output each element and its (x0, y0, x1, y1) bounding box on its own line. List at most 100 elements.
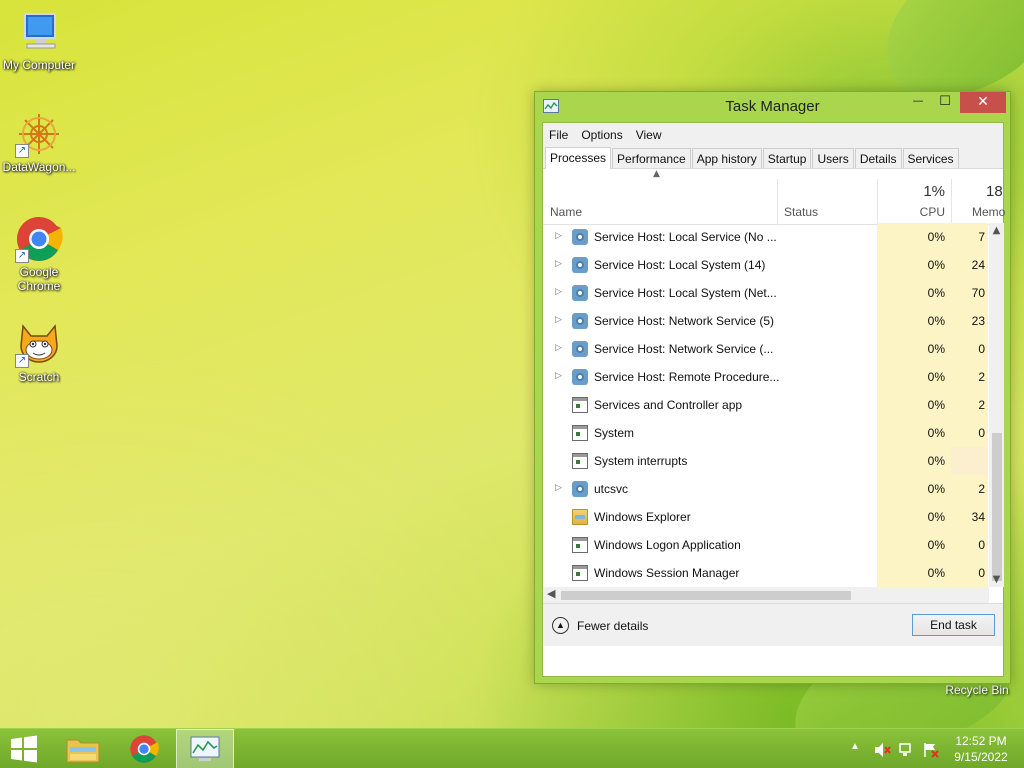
desktop-icon-label: DataWagon... (2, 160, 76, 174)
process-memory: 0 (951, 559, 988, 587)
process-name: System (594, 426, 635, 440)
expand-arrow-icon[interactable]: ▷ (555, 342, 562, 353)
process-name: Windows Session Manager (594, 566, 740, 580)
expand-arrow-icon[interactable]: ▷ (555, 258, 562, 269)
process-name: Service Host: Network Service (... (594, 342, 774, 356)
vertical-scroll-thumb[interactable] (992, 433, 1002, 581)
horizontal-scrollbar[interactable]: ◀ (543, 587, 989, 603)
process-cpu: 0% (877, 335, 951, 363)
process-cpu: 0% (877, 531, 951, 559)
recycle-bin-label[interactable]: Recycle Bin (938, 683, 1016, 697)
datawagon-icon: ↗ (15, 110, 63, 158)
horizontal-scroll-thumb[interactable] (561, 591, 851, 600)
scroll-down-arrow-icon[interactable]: ▼ (989, 574, 1004, 585)
end-task-button[interactable]: End task (912, 614, 995, 636)
window-icon (572, 453, 588, 469)
desktop-icon-label: My Computer (2, 58, 76, 72)
desktop-icon-scratch[interactable]: ↗ Scratch (0, 320, 79, 384)
process-memory: 2 (951, 363, 988, 391)
process-memory: 24 (951, 251, 988, 279)
scroll-up-arrow-icon[interactable]: ▲ (989, 225, 1004, 236)
gear-icon (572, 369, 588, 385)
process-name: Service Host: Local System (Net... (594, 286, 777, 300)
expand-arrow-icon[interactable]: ▷ (555, 370, 562, 381)
volume-muted-icon[interactable] (874, 742, 892, 758)
process-name: Service Host: Remote Procedure... (594, 370, 780, 384)
desktop-icon-google-chrome[interactable]: ↗ Google Chrome (0, 215, 79, 293)
vertical-scrollbar[interactable]: ▲ ▼ (989, 223, 1004, 587)
show-hidden-icons-button[interactable]: ▲ (850, 741, 860, 752)
desktop-icon-my-computer[interactable]: My Computer (0, 8, 79, 72)
computer-icon (15, 8, 63, 56)
window-icon (572, 397, 588, 413)
folder-icon (572, 509, 588, 525)
table-row[interactable]: ▷ utcsvc 0% 2 (543, 475, 988, 503)
process-cpu: 0% (877, 475, 951, 503)
table-row[interactable]: Windows Session Manager 0% 0 (543, 559, 988, 587)
fewer-details-link[interactable]: ▲ Fewer details (552, 617, 648, 634)
process-cpu: 0% (877, 279, 951, 307)
process-memory: 70 (951, 279, 988, 307)
process-name: Service Host: Network Service (5) (594, 314, 775, 328)
table-row[interactable]: Services and Controller app 0% 2 (543, 391, 988, 419)
desktop-icon-datawagon[interactable]: ↗ DataWagon... (0, 110, 79, 174)
taskbar-file-explorer[interactable] (54, 729, 112, 768)
process-cpu: 0% (877, 419, 951, 447)
process-name: Service Host: Local System (14) (594, 258, 766, 272)
table-row[interactable]: ▷ Service Host: Local System (14) 0% 24 (543, 251, 988, 279)
process-list-layer: ▷ Service Host: Local Service (No ... 0% 7 ▷… (543, 92, 1005, 677)
desktop-icon-label: Scratch (18, 370, 60, 384)
clock-time[interactable]: 12:52 PM (946, 734, 1016, 748)
window-icon (572, 425, 588, 441)
start-button[interactable] (0, 729, 50, 768)
window-icon (572, 565, 588, 581)
gear-icon (572, 481, 588, 497)
process-memory: 0 (951, 531, 988, 559)
table-row[interactable]: System interrupts 0% (543, 447, 988, 475)
scroll-left-arrow-icon[interactable]: ◀ (547, 587, 555, 600)
process-name: Windows Logon Application (594, 538, 741, 552)
expand-arrow-icon[interactable]: ▷ (555, 314, 562, 325)
taskbar-chrome[interactable] (116, 729, 174, 768)
task-manager-window[interactable]: Task Manager — ☐ ✕ File Options View Pro… (534, 91, 1011, 684)
windows-logo-icon (11, 735, 37, 763)
process-memory (951, 447, 988, 475)
table-row[interactable]: System 0% 0 (543, 419, 988, 447)
chrome-icon: ↗ (15, 215, 63, 263)
process-cpu: 0% (877, 363, 951, 391)
process-memory: 7 (951, 223, 988, 251)
table-row[interactable]: ▷ Service Host: Local System (Net... 0% 70 (543, 279, 988, 307)
taskbar: ▲ 12:52 PM 9/15/2022 (0, 728, 1024, 768)
process-name: Service Host: Local Service (No ... (594, 230, 777, 244)
table-row[interactable]: Windows Explorer 0% 34 (543, 503, 988, 531)
chrome-icon (130, 735, 159, 763)
expand-arrow-icon[interactable]: ▷ (555, 230, 562, 241)
expand-arrow-icon[interactable]: ▷ (555, 286, 562, 297)
process-name: Services and Controller app (594, 398, 743, 412)
table-row[interactable]: ▷ Service Host: Network Service (... 0% 0 (543, 335, 988, 363)
clock-date[interactable]: 9/15/2022 (946, 750, 1016, 764)
process-name: Windows Explorer (594, 510, 691, 524)
table-row[interactable]: ▷ Service Host: Local Service (No ... 0% 7 (543, 223, 988, 251)
shortcut-arrow-icon: ↗ (15, 249, 29, 263)
gear-icon (572, 285, 588, 301)
table-row[interactable]: Windows Logon Application 0% 0 (543, 531, 988, 559)
gear-icon (572, 229, 588, 245)
gear-icon (572, 341, 588, 357)
table-row[interactable]: ▷ Service Host: Remote Procedure... 0% 2 (543, 363, 988, 391)
action-center-flag-icon[interactable] (922, 742, 940, 758)
process-memory: 0 (951, 419, 988, 447)
shortcut-arrow-icon: ↗ (15, 354, 29, 368)
table-row[interactable]: ▷ Service Host: Network Service (5) 0% 23 (543, 307, 988, 335)
taskbar-task-manager[interactable] (176, 729, 234, 768)
scratch-cat-icon: ↗ (15, 320, 63, 368)
expand-arrow-icon[interactable]: ▷ (555, 482, 562, 493)
process-memory: 34 (951, 503, 988, 531)
process-cpu: 0% (877, 559, 951, 587)
process-list[interactable]: ▷ Service Host: Local Service (No ... 0% 7 ▷… (543, 223, 988, 587)
folder-icon (66, 739, 100, 763)
process-cpu: 0% (877, 251, 951, 279)
network-icon[interactable] (898, 742, 916, 758)
process-cpu: 0% (877, 307, 951, 335)
chevron-up-icon: ▲ (552, 617, 569, 634)
